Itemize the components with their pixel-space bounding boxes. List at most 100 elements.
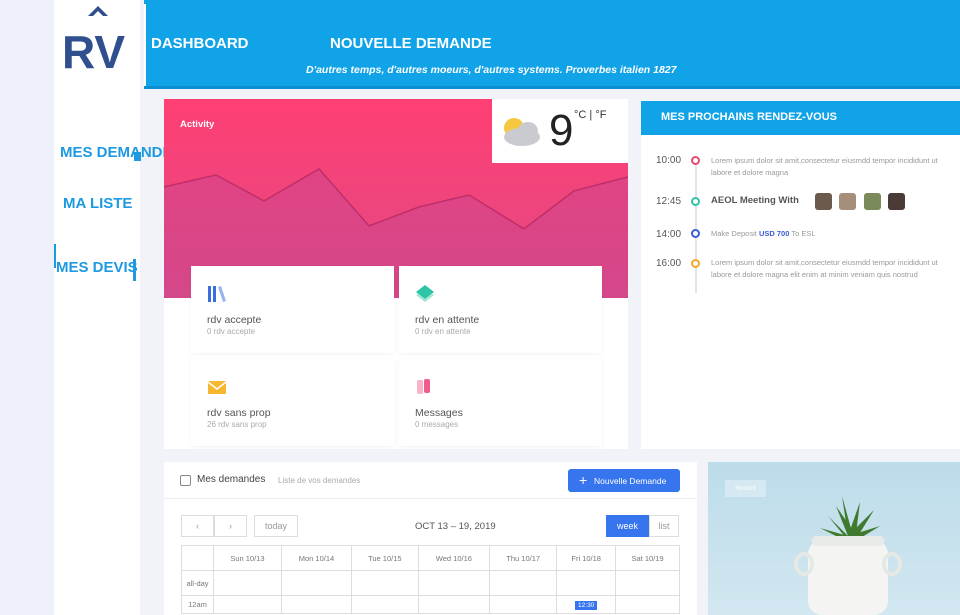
calendar-prev-button[interactable]: ‹ — [181, 515, 214, 537]
header-proverb: D'autres temps, d'autres moeurs, d'autre… — [306, 64, 677, 76]
appointments-title: MES PROCHAINS RENDEZ-VOUS — [661, 111, 838, 123]
stat-title: rdv en attente — [415, 314, 480, 326]
calendar-allday-label: all-day — [181, 570, 214, 596]
calendar-day: Sat 10/19 — [615, 545, 680, 571]
event-dot — [691, 229, 700, 238]
activity-title: Activity — [180, 119, 215, 130]
stat-title: rdv accepte — [207, 314, 262, 326]
sidebar — [54, 0, 140, 615]
calendar-corner — [181, 545, 214, 571]
new-request-label: Nouvelle Demande — [594, 476, 667, 486]
calendar-grid: Sun 10/13 Mon 10/14 Tue 10/15 Wed 10/16 … — [181, 545, 680, 614]
weather-temperature: 9 — [549, 106, 574, 155]
requests-header: Mes demandes Liste de vos demandes + Nou… — [164, 462, 697, 499]
recent-card: Recent — [708, 462, 960, 615]
recent-badge[interactable]: Recent — [725, 480, 766, 497]
calendar-icon — [180, 475, 191, 486]
sidebar-item-ma-liste[interactable]: MA LISTE — [63, 195, 132, 212]
stat-title: rdv sans prop — [207, 407, 271, 419]
partly-cloudy-icon — [504, 118, 540, 146]
calendar-next-button[interactable]: › — [214, 515, 247, 537]
stat-subtitle: 26 rdv sans prop — [207, 420, 267, 429]
calendar-list-view-button[interactable]: list — [649, 515, 679, 537]
calendar-cell[interactable] — [351, 595, 419, 614]
stat-subtitle: 0 rdv accepte — [207, 327, 256, 336]
calendar-today-button[interactable]: today — [254, 515, 298, 537]
calendar-cell[interactable] — [556, 570, 617, 596]
calendar-time-label: 12am — [181, 595, 214, 614]
stat-title: Messages — [415, 407, 463, 419]
books-icon — [208, 286, 226, 302]
calendar-day: Tue 10/15 — [351, 545, 419, 571]
calendar-day: Sun 10/13 — [213, 545, 282, 571]
message-icon — [417, 379, 430, 394]
event-dot — [691, 259, 700, 268]
plus-icon: + — [579, 472, 588, 488]
calendar-day: Mon 10/14 — [280, 545, 353, 571]
calendar-cell[interactable] — [213, 595, 282, 614]
calendar-cell[interactable] — [213, 570, 282, 596]
logo-text: RV — [62, 26, 125, 74]
event-text-after: To ESL — [791, 229, 816, 238]
calendar-cell[interactable] — [417, 595, 491, 614]
layers-icon — [416, 285, 434, 302]
stat-subtitle: 0 rdv en attente — [415, 327, 471, 336]
nav-dashboard[interactable]: DASHBOARD — [151, 35, 249, 52]
avatar[interactable] — [863, 193, 881, 210]
weather-widget: 9 °C | °F — [492, 99, 628, 163]
event-text: Make Deposit USD 700 To ESL — [711, 228, 951, 240]
calendar-week-view-button[interactable]: week — [606, 515, 649, 537]
calendar-cell[interactable]: 12:30 — [556, 595, 617, 614]
calendar-cell[interactable] — [280, 595, 353, 614]
nav-marker — [134, 152, 141, 161]
stat-card-rdv-accepte[interactable]: rdv accepte 0 rdv accepte — [191, 266, 394, 353]
event-text-before: Make Deposit — [711, 229, 757, 238]
appointments-header: MES PROCHAINS RENDEZ-VOUS — [641, 101, 960, 135]
appointments-card: MES PROCHAINS RENDEZ-VOUS 10:00 Lorem ip… — [641, 101, 960, 449]
requests-subtitle: Liste de vos demandes — [278, 476, 361, 485]
event-time: 10:00 — [656, 155, 682, 166]
weather-units-toggle[interactable]: °C | °F — [574, 109, 606, 121]
sidebar-item-mes-devis[interactable]: MES DEVIS — [56, 259, 138, 276]
stat-subtitle: 0 messages — [415, 420, 459, 429]
logo: RV — [62, 6, 125, 74]
avatar[interactable] — [888, 193, 906, 210]
envelope-icon — [207, 381, 227, 394]
stat-card-rdv-en-attente[interactable]: rdv en attente 0 rdv en attente — [399, 266, 602, 353]
calendar-cell[interactable] — [489, 595, 558, 614]
event-dot — [691, 197, 700, 206]
timeline-line — [695, 161, 697, 293]
meeting-avatars — [815, 193, 908, 215]
calendar-cell[interactable] — [489, 570, 558, 596]
activity-card: Activity 9 °C | °F rdv accepte 0 rdv acc… — [164, 99, 628, 449]
left-background — [0, 0, 54, 615]
calendar-event[interactable]: 12:30 — [575, 600, 598, 610]
event-time: 16:00 — [656, 258, 682, 269]
avatar[interactable] — [839, 193, 857, 210]
calendar-cell[interactable] — [280, 570, 353, 596]
requests-card: Mes demandes Liste de vos demandes + Nou… — [164, 462, 697, 615]
text-cursor — [133, 259, 136, 281]
calendar-cell[interactable] — [417, 570, 491, 596]
calendar-cell[interactable] — [615, 595, 680, 614]
stat-card-rdv-sans-prop[interactable]: rdv sans prop 26 rdv sans prop — [191, 359, 394, 446]
event-dot — [691, 156, 700, 165]
calendar-day: Fri 10/18 — [556, 545, 617, 571]
avatar[interactable] — [815, 193, 832, 210]
top-bar-divider — [144, 4, 146, 86]
event-amount: USD 700 — [758, 229, 790, 238]
stat-card-messages[interactable]: Messages 0 messages — [399, 359, 602, 446]
requests-title: Mes demandes — [197, 474, 266, 485]
event-time: 12:45 — [656, 196, 682, 207]
nav-nouvelle-demande[interactable]: NOUVELLE DEMANDE — [330, 35, 492, 52]
calendar-allday-row: all-day — [181, 570, 680, 596]
new-request-button[interactable]: + Nouvelle Demande — [568, 469, 680, 492]
event-time: 14:00 — [656, 229, 682, 240]
event-text: Lorem ipsum dolor sit amit,consectetur e… — [711, 156, 938, 177]
event-text: Lorem ipsum dolor sit amit,consectetur e… — [711, 258, 938, 279]
calendar-cell[interactable] — [615, 570, 680, 596]
top-bar-shadow — [144, 86, 960, 89]
calendar-day: Thu 10/17 — [489, 545, 558, 571]
calendar-time-row: 12am 12:30 — [181, 595, 680, 614]
calendar-cell[interactable] — [351, 570, 419, 596]
